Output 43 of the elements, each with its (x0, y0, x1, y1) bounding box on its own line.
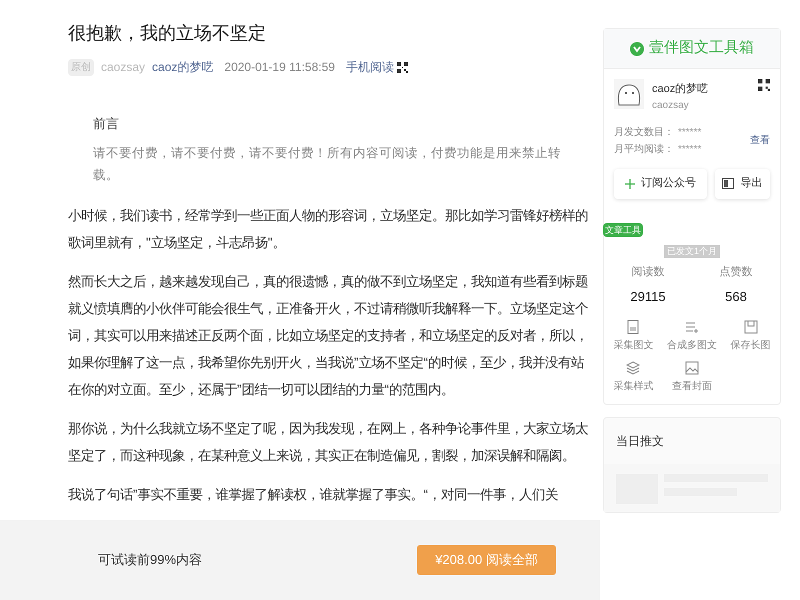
paragraph: 那你说，为什么我就立场不坚定了呢，因为我发现，在网上，各种争论事件里，大家立场太坚定了，而这种现象，在某种意义上来说，其实正在制造偏见，割裂，加深误解和隔阂。 (68, 420, 589, 464)
stat-value: ****** (678, 142, 702, 156)
preface-text: 请不要付费，请不要付费，请不要付费！所有内容可阅读，付费功能是用来禁止转载。 (93, 144, 562, 184)
tool-item[interactable]: 采集图文 (604, 320, 663, 353)
daily-posts-title: 当日推文 (615, 433, 665, 450)
tool-item[interactable]: 合成多图文 (662, 320, 722, 353)
account-name: caoz的梦呓 (652, 82, 710, 97)
floppy-icon (744, 320, 758, 334)
tool-item[interactable]: 采集样式 (604, 361, 663, 394)
metric-label: 点赞数 (720, 264, 752, 280)
author-id: caozsay (101, 59, 146, 76)
plus-icon (624, 178, 635, 188)
subscribe-button[interactable]: 订阅公众号 (614, 168, 706, 198)
view-link[interactable]: 查看 (750, 133, 770, 148)
metric-label: 阅读数 (632, 265, 664, 280)
export-button[interactable]: 导出 (714, 168, 770, 198)
article-title: 很抱歉，我的立场不坚定 (68, 22, 267, 45)
tool-item[interactable]: 保存长图 (721, 320, 780, 353)
layers-icon (626, 361, 640, 375)
tool-item[interactable]: 查看封面 (662, 361, 722, 394)
qr-code-icon[interactable] (396, 62, 408, 72)
qr-code-icon[interactable] (758, 79, 770, 91)
stat-label: 月平均阅读： (614, 142, 674, 156)
mobile-read-link[interactable]: 手机阅读 (346, 58, 394, 76)
list-plus-icon (684, 320, 699, 334)
trial-note: 可试读前99%内容 (98, 551, 202, 570)
account-link[interactable]: caoz的梦呓 (152, 58, 214, 76)
read-all-button[interactable]: ¥208.00 阅读全部 (417, 545, 556, 575)
preface-heading: 前言 (93, 115, 120, 133)
stat-value: ****** (678, 126, 702, 140)
metric-value: 29115 (630, 288, 666, 306)
paragraph: 我说了句话”事实不重要，谁掌握了解读权，谁就掌握了事实。“，对同一件事，人们关 (68, 486, 559, 504)
metric-value: 568 (725, 288, 747, 306)
toolbox-title: 壹伴图文工具箱 (649, 38, 754, 58)
stat-label: 月发文数目： (614, 126, 674, 140)
export-icon (722, 178, 734, 189)
document-icon (626, 320, 640, 334)
article-tools-tag: 文章工具 (603, 222, 643, 236)
account-id: caozsay (652, 98, 690, 112)
paragraph: 小时候，我们读书，经常学到一些正面人物的形容词，立场坚定。那比如学习雷锋好榜样的歌词里就有，"立场坚定，斗志昂扬"。 (68, 206, 589, 252)
publish-time: 2020-01-19 11:58:59 (224, 59, 335, 76)
paragraph: 然而长大之后，越来越发现自己，真的很遗憾，真的做不到立场坚定，我知道有些看到标题就义愤填膺的小伙伴可能会很生气，正准备开火，不过请稍微听我解释一下。立场坚定这个词，其实可以用来描述正反两个面，比如立场坚定的支持者，和立场坚定的反对者，所以，如果你理解了这一点，我希望你先别开火，当我说”立场不坚定“的时候，至少，我并没有站在你的对立面。至少，还属于”团结一切可以团结的力量“的范围内。 (68, 272, 589, 398)
image-icon (684, 361, 699, 375)
